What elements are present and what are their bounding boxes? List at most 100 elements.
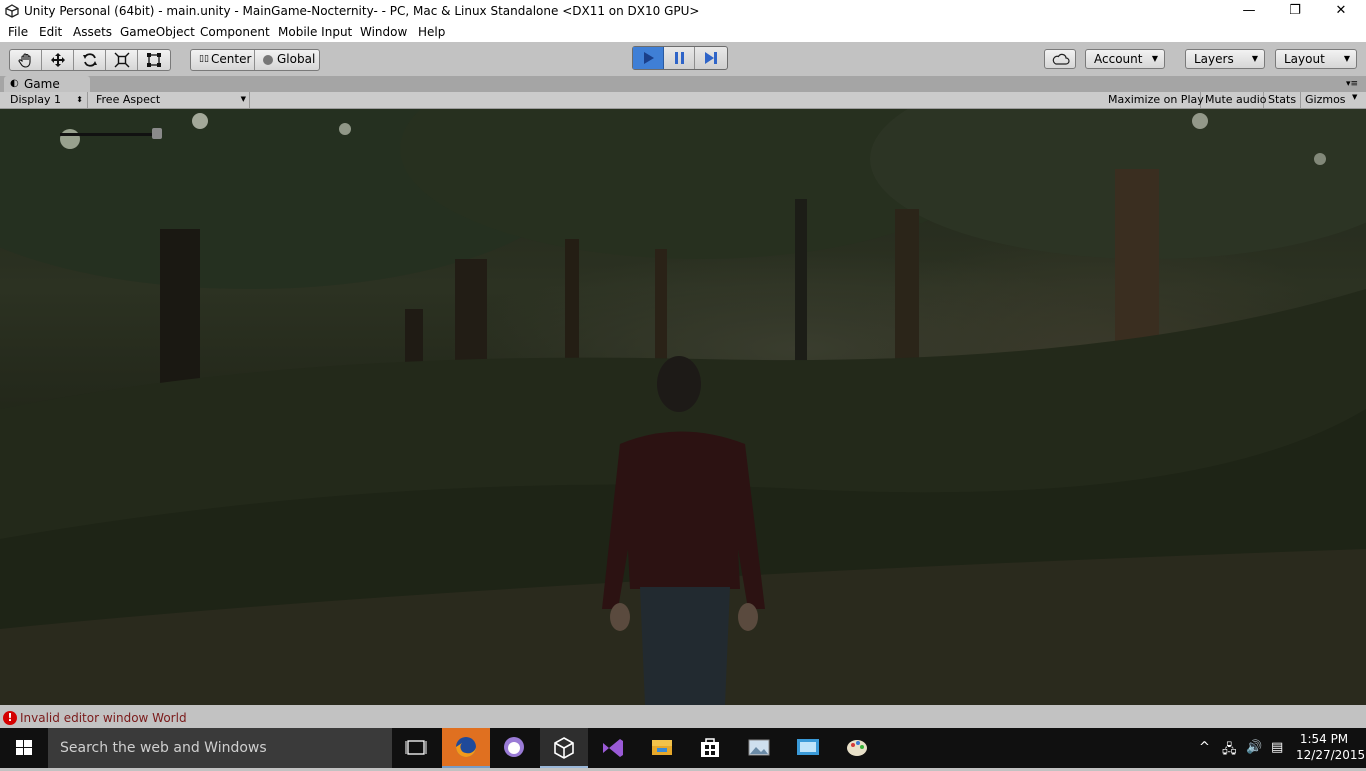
step-button[interactable] <box>695 47 726 69</box>
volume-icon[interactable]: 🔊 <box>1246 740 1262 755</box>
dropdown-arrow-icon: ▼ <box>1343 54 1350 63</box>
console-message: Invalid editor window World <box>20 711 187 725</box>
network-icon[interactable]: 🖧 <box>1222 740 1237 762</box>
unity-logo-icon <box>5 4 19 18</box>
pivot-icon: ▯▯ <box>199 54 209 64</box>
layout-label: Layout <box>1284 52 1325 66</box>
pivot-controls: ▯▯ Center Global <box>190 49 320 71</box>
pause-button[interactable] <box>664 47 695 69</box>
tab-menu-icon[interactable]: ▾≡ <box>1346 79 1358 89</box>
store-app[interactable] <box>686 728 734 768</box>
pivot-center-button[interactable]: ▯▯ Center <box>191 50 255 70</box>
playback-controls <box>632 46 728 70</box>
image-viewer-icon <box>748 739 770 756</box>
store-bag-icon <box>701 738 719 757</box>
display-dropdown[interactable]: Display 1 ⬍ <box>6 92 88 108</box>
menu-component[interactable]: Component <box>200 25 270 39</box>
window-title: Unity Personal (64bit) - main.unity - Ma… <box>24 4 700 18</box>
paint-palette-icon <box>847 740 867 756</box>
error-icon: ! <box>3 711 17 725</box>
pause-icon <box>675 52 684 64</box>
menu-window[interactable]: Window <box>360 25 407 39</box>
layers-label: Layers <box>1194 52 1234 66</box>
menu-gameobject[interactable]: GameObject <box>120 25 195 39</box>
menu-file[interactable]: File <box>8 25 28 39</box>
status-bar[interactable]: ! Invalid editor window World <box>0 708 1366 728</box>
clock-date: 12/27/2015 <box>1296 748 1366 762</box>
maximize-on-play-toggle[interactable]: Maximize on Play <box>1104 92 1204 108</box>
game-tab-icon: ◐ <box>10 78 19 89</box>
move-tool-button[interactable] <box>42 50 74 70</box>
account-label: Account <box>1094 52 1143 66</box>
remote-desktop-icon <box>797 739 819 755</box>
start-button[interactable] <box>0 728 48 768</box>
firefox-app[interactable] <box>442 728 490 768</box>
aspect-label: Free Aspect <box>96 93 161 106</box>
maximize-button[interactable]: ❐ <box>1272 0 1318 22</box>
scale-icon <box>114 52 129 68</box>
windows-taskbar: Search the web and Windows ^ 🖧 🔊 ▤ 1:54 … <box>0 728 1366 768</box>
github-octocat-icon <box>504 737 524 757</box>
layout-dropdown[interactable]: Layout ▼ <box>1275 49 1357 69</box>
notifications-icon[interactable]: ▤ <box>1271 740 1283 755</box>
hand-tool-button[interactable] <box>10 50 42 70</box>
remote-desktop-app[interactable] <box>784 728 832 768</box>
game-view-toolbar: Display 1 ⬍ Free Aspect ▼ Maximize on Pl… <box>0 92 1366 109</box>
menu-mobile-input[interactable]: Mobile Input <box>278 25 352 39</box>
space-label: Global <box>277 52 316 66</box>
dropdown-arrow-icon: ▼ <box>1151 54 1158 63</box>
close-button[interactable]: ✕ <box>1318 0 1364 22</box>
unity-app[interactable] <box>540 728 588 768</box>
rect-tool-button[interactable] <box>138 50 170 70</box>
game-tab-label: Game <box>24 77 60 91</box>
search-placeholder: Search the web and Windows <box>60 740 267 756</box>
visual-studio-app[interactable] <box>589 728 637 768</box>
minimize-button[interactable]: — <box>1226 0 1272 22</box>
show-hidden-icons-icon[interactable]: ^ <box>1199 740 1210 755</box>
space-global-button[interactable]: Global <box>255 50 319 70</box>
forest-scene-image <box>0 109 1366 705</box>
menu-edit[interactable]: Edit <box>39 25 62 39</box>
mute-audio-toggle[interactable]: Mute audio <box>1201 92 1267 108</box>
play-button[interactable] <box>633 47 664 69</box>
display-label: Display 1 <box>10 93 62 106</box>
paint-app[interactable] <box>833 728 881 768</box>
move-icon <box>50 53 65 67</box>
game-view[interactable] <box>0 109 1366 705</box>
updown-arrow-icon: ⬍ <box>76 95 83 104</box>
play-icon <box>644 52 654 64</box>
title-bar: Unity Personal (64bit) - main.unity - Ma… <box>0 0 1366 22</box>
dropdown-arrow-icon[interactable]: ▼ <box>1352 93 1357 101</box>
scale-tool-button[interactable] <box>106 50 138 70</box>
tab-strip <box>0 76 1366 92</box>
transform-tools <box>9 49 171 71</box>
cloud-button[interactable] <box>1044 49 1076 69</box>
dropdown-arrow-icon: ▼ <box>240 95 246 103</box>
account-dropdown[interactable]: Account ▼ <box>1085 49 1165 69</box>
dropdown-arrow-icon: ▼ <box>1251 54 1258 63</box>
rotate-tool-button[interactable] <box>74 50 106 70</box>
tab-game[interactable]: ◐ Game <box>4 76 90 93</box>
clock-time: 1:54 PM <box>1299 732 1349 746</box>
globe-icon <box>263 55 273 65</box>
task-view-button[interactable] <box>392 728 440 768</box>
gizmos-dropdown[interactable]: Gizmos <box>1301 92 1351 108</box>
github-app[interactable] <box>490 728 538 768</box>
windows-logo-icon <box>16 740 32 755</box>
menu-help[interactable]: Help <box>418 25 445 39</box>
visual-studio-icon <box>603 739 623 757</box>
aspect-dropdown[interactable]: Free Aspect ▼ <box>92 92 250 108</box>
menu-assets[interactable]: Assets <box>73 25 112 39</box>
pivot-label: Center <box>211 52 252 66</box>
step-icon <box>705 52 717 64</box>
taskbar-search[interactable]: Search the web and Windows <box>48 728 392 768</box>
unity-icon <box>554 737 574 759</box>
image-viewer-app[interactable] <box>735 728 783 768</box>
clock[interactable]: 1:54 PM 12/27/2015 <box>1296 731 1366 763</box>
file-explorer-app[interactable] <box>638 728 686 768</box>
stats-toggle[interactable]: Stats <box>1264 92 1301 108</box>
firefox-icon <box>456 737 476 757</box>
folder-icon <box>652 740 672 755</box>
task-view-icon <box>405 740 427 755</box>
layers-dropdown[interactable]: Layers ▼ <box>1185 49 1265 69</box>
